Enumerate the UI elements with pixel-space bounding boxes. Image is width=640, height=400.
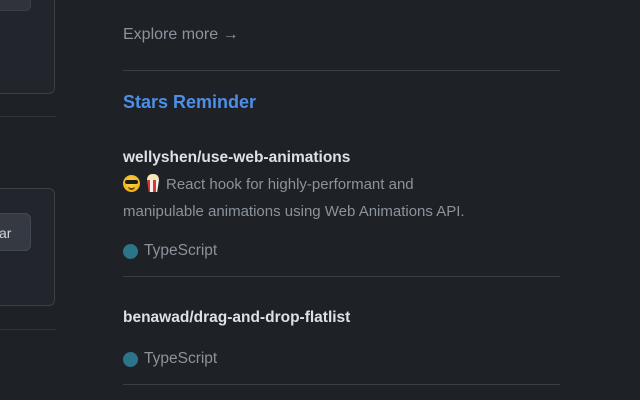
repo-language: TypeScript bbox=[123, 350, 217, 368]
repo-link[interactable]: wellyshen/use-web-animations bbox=[123, 149, 350, 167]
language-color-dot-icon bbox=[123, 351, 138, 367]
repo-description: React hook for highly-performant and man… bbox=[123, 171, 560, 225]
left-card-button[interactable]: ar bbox=[0, 213, 31, 251]
left-card-bottom: ar bbox=[0, 188, 55, 306]
popcorn-emoji-icon bbox=[146, 174, 160, 192]
repo-language-label: TypeScript bbox=[144, 350, 218, 367]
left-card-top-button[interactable] bbox=[0, 0, 31, 11]
repo-description-line2: manipulable animations using Web Animati… bbox=[123, 203, 465, 220]
repo-language: TypeScript bbox=[123, 242, 217, 260]
section-title: Stars Reminder bbox=[123, 92, 257, 112]
left-divider bbox=[0, 329, 56, 330]
divider bbox=[123, 384, 560, 385]
left-card-top bbox=[0, 0, 55, 94]
left-card-button-label: ar bbox=[0, 225, 12, 241]
sunglasses-face-emoji-icon bbox=[123, 175, 140, 192]
repo-language-label: TypeScript bbox=[144, 242, 218, 259]
explore-more-link[interactable]: Explore more → bbox=[123, 26, 239, 44]
left-divider bbox=[0, 116, 56, 117]
language-color-dot-icon bbox=[123, 243, 138, 259]
divider bbox=[123, 276, 560, 277]
repo-description-line1: React hook for highly-performant and bbox=[166, 176, 414, 193]
page: ar Explore more → Stars Reminder wellysh… bbox=[0, 0, 640, 400]
repo-link[interactable]: benawad/drag-and-drop-flatlist bbox=[123, 309, 350, 327]
divider bbox=[123, 70, 560, 71]
